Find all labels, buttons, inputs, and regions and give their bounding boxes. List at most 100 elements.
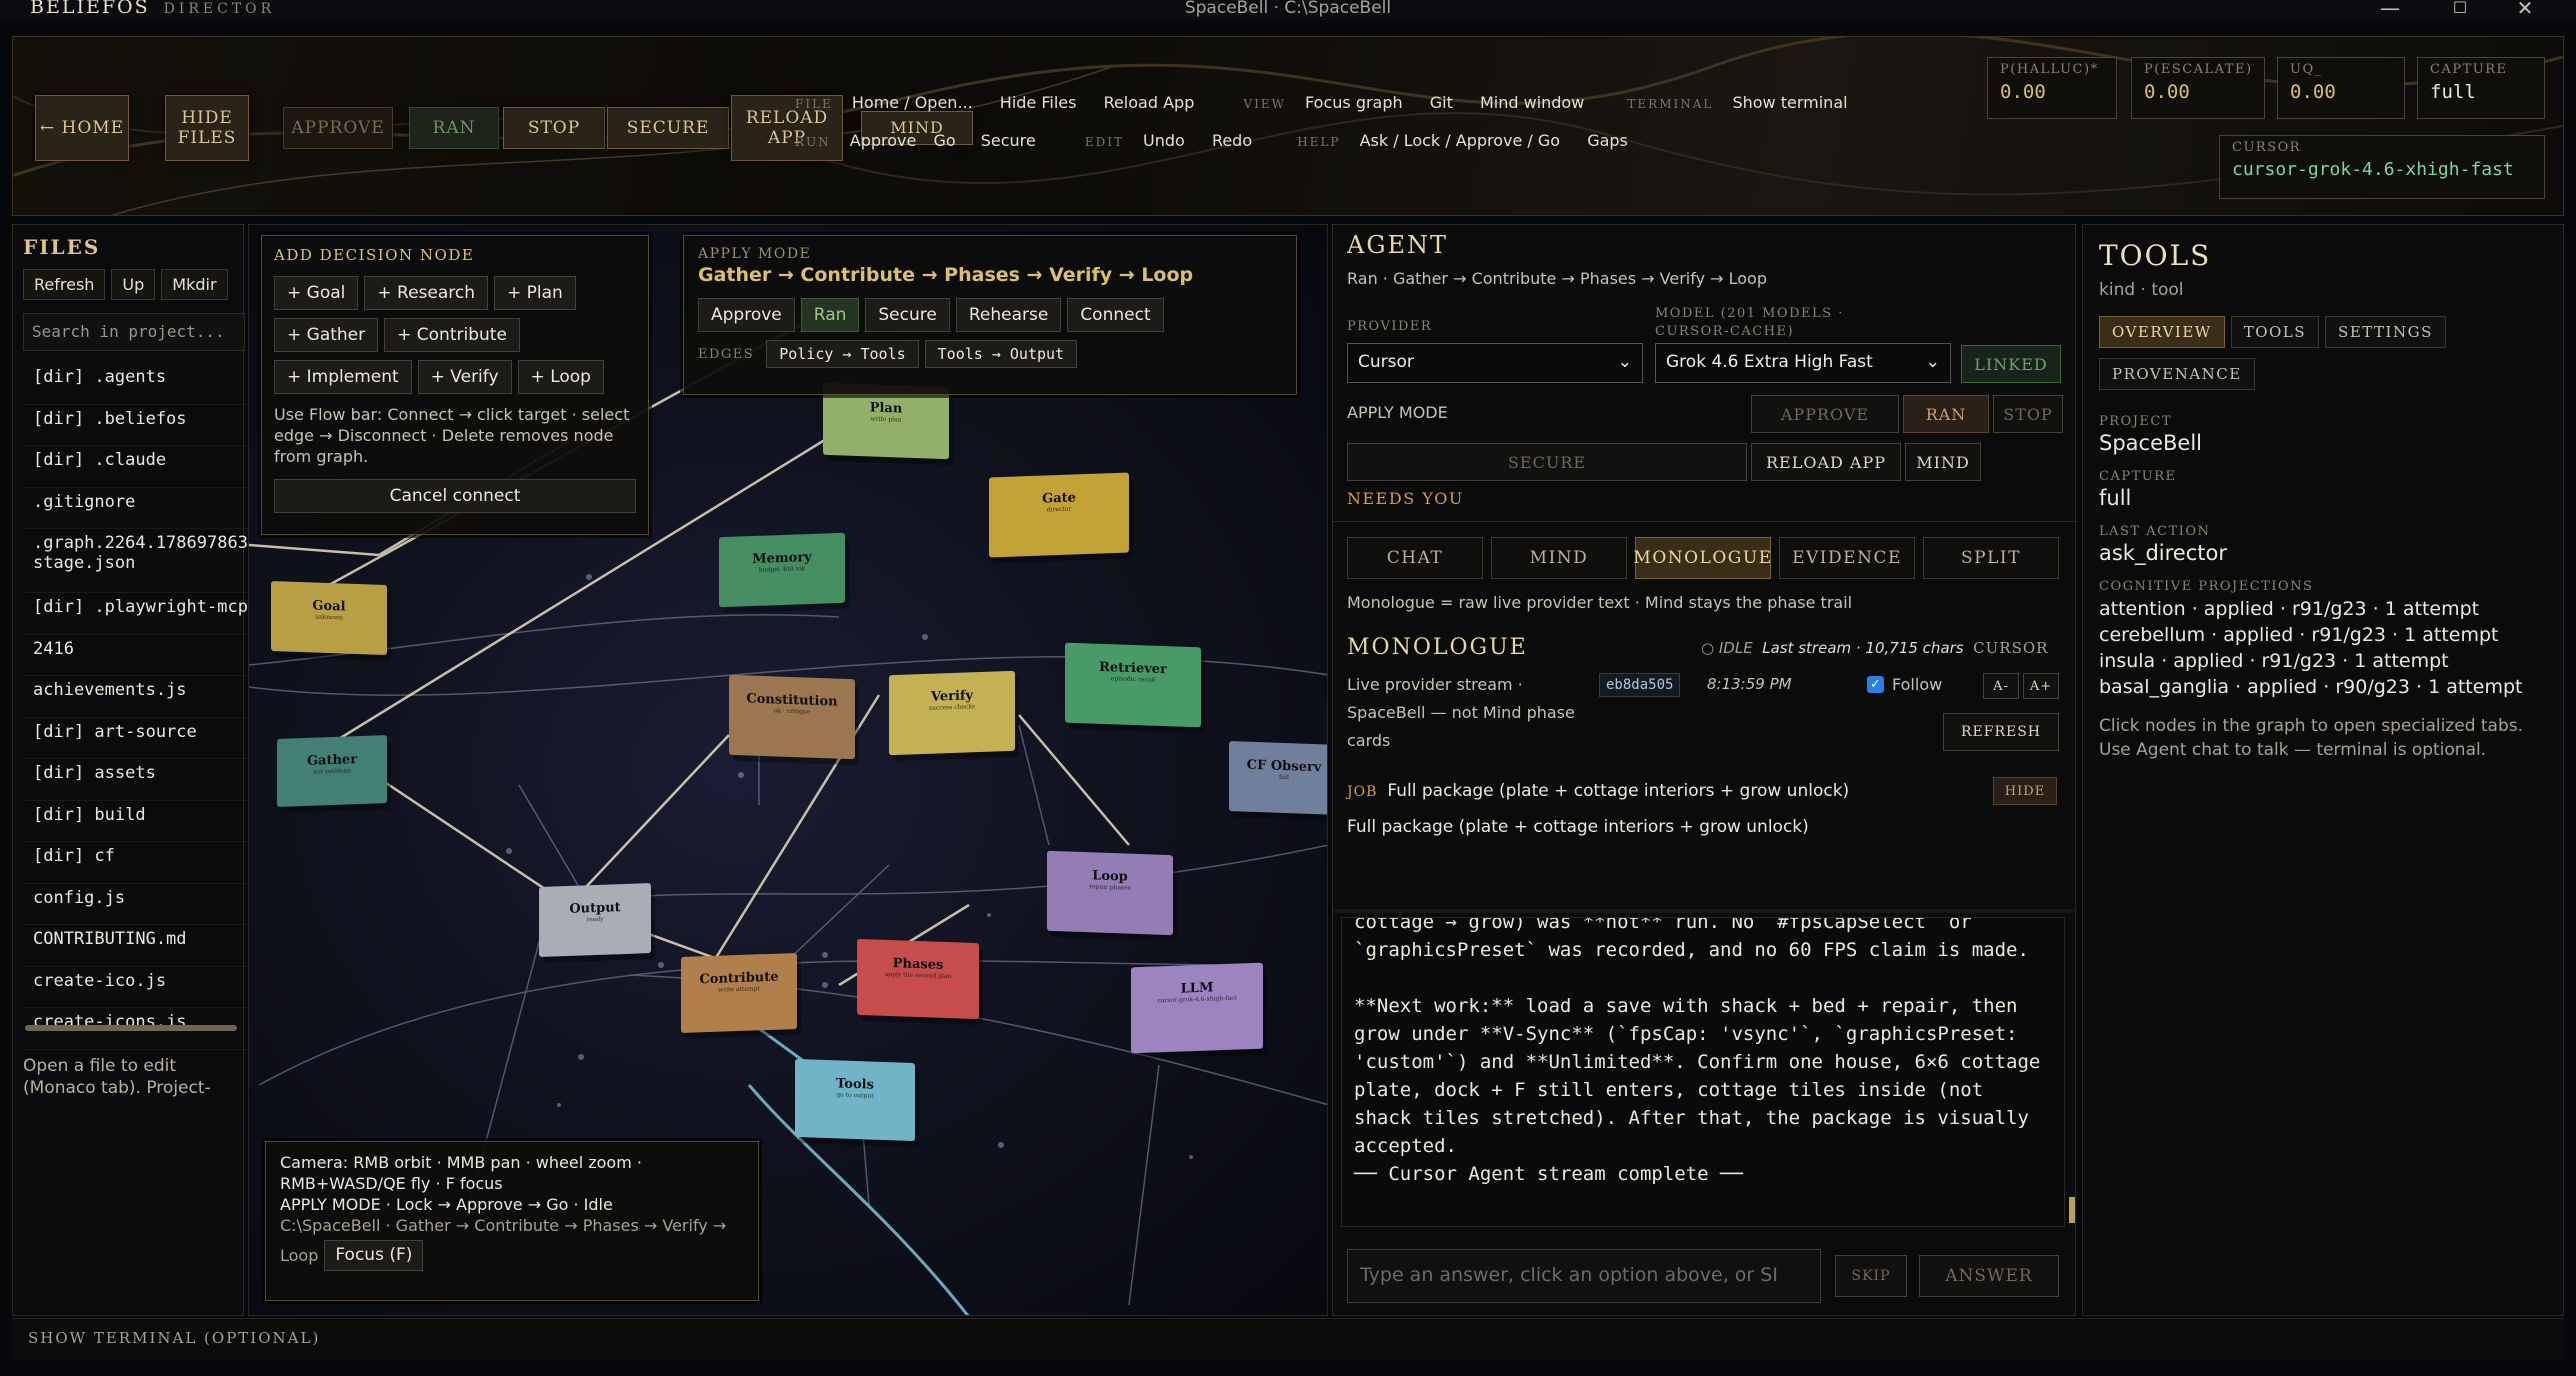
- splitter-handle[interactable]: [1333, 909, 2077, 913]
- agent-secure-button[interactable]: SECURE: [1347, 443, 1747, 481]
- file-list-item[interactable]: [dir] .beliefos: [23, 405, 249, 446]
- graph-node-verify[interactable]: Verify success checks: [889, 670, 1015, 756]
- file-search-input[interactable]: Search in project...: [23, 313, 245, 351]
- add-verify-button[interactable]: + Verify: [417, 360, 512, 394]
- cancel-connect-button[interactable]: Cancel connect: [274, 479, 636, 513]
- add-contribute-button[interactable]: + Contribute: [384, 318, 520, 352]
- edge-policy-tools[interactable]: Policy → Tools: [766, 340, 919, 368]
- edge-tools-output[interactable]: Tools → Output: [924, 340, 1078, 368]
- apply-approve-button[interactable]: Approve: [698, 298, 795, 332]
- show-terminal-toggle[interactable]: SHOW TERMINAL (OPTIONAL): [28, 1329, 320, 1347]
- graph-node-contribute[interactable]: Contribute write attempt: [681, 952, 797, 1034]
- file-list-item[interactable]: [dir] build: [23, 801, 249, 842]
- file-list-item[interactable]: [dir] cf: [23, 842, 249, 884]
- tab-overview[interactable]: OVERVIEW: [2099, 316, 2225, 348]
- checkbox-checked-icon[interactable]: ✓: [1867, 676, 1884, 693]
- font-increase-button[interactable]: A+: [2023, 673, 2059, 699]
- graph-canvas[interactable]: Plan write plan Gate director Goal unknown Mem…: [248, 224, 1328, 1316]
- graph-node-constitution[interactable]: Constitution ok · critique: [729, 674, 855, 760]
- home-button[interactable]: ← HOME: [35, 95, 129, 161]
- add-goal-button[interactable]: + Goal: [274, 276, 359, 310]
- add-loop-button[interactable]: + Loop: [517, 360, 604, 394]
- tab-mind[interactable]: MIND: [1491, 537, 1627, 579]
- menu-show-terminal[interactable]: Show terminal: [1732, 93, 1847, 112]
- tab-split[interactable]: SPLIT: [1923, 537, 2059, 579]
- graph-node-memory[interactable]: Memory budget 400 tok: [719, 532, 845, 608]
- tab-monologue[interactable]: MONOLOGUE: [1633, 537, 1771, 579]
- follow-toggle[interactable]: ✓ Follow: [1867, 675, 1942, 694]
- maximize-button[interactable]: ☐: [2430, 0, 2490, 17]
- up-button[interactable]: Up: [111, 269, 156, 300]
- skip-button[interactable]: SKIP: [1835, 1255, 1907, 1297]
- answer-button[interactable]: ANSWER: [1919, 1255, 2059, 1297]
- file-list-item[interactable]: 2416: [23, 635, 249, 676]
- linked-badge[interactable]: LINKED: [1961, 345, 2061, 383]
- file-list-item[interactable]: CONTRIBUTING.md: [23, 925, 249, 967]
- file-list-item[interactable]: config.js: [23, 884, 249, 925]
- menu-git[interactable]: Git: [1430, 93, 1453, 112]
- graph-node-gate[interactable]: Gate director: [989, 472, 1129, 558]
- add-gather-button[interactable]: + Gather: [274, 318, 379, 352]
- menu-mind-window[interactable]: Mind window: [1480, 93, 1584, 112]
- menu-focus-graph[interactable]: Focus graph: [1305, 93, 1403, 112]
- apply-ran-button[interactable]: Ran: [800, 298, 860, 332]
- agent-reload-app-button[interactable]: RELOAD APP: [1751, 443, 1901, 481]
- agent-ran-button[interactable]: RAN: [1903, 395, 1989, 433]
- menu-reload-app[interactable]: Reload App: [1104, 93, 1195, 112]
- file-list-item[interactable]: [dir] .playwright-mcp: [23, 593, 249, 635]
- agent-approve-button[interactable]: APPROVE: [1751, 395, 1899, 433]
- tab-provenance[interactable]: PROVENANCE: [2099, 358, 2255, 390]
- graph-node-retriever[interactable]: Retriever episodic recall: [1065, 642, 1201, 728]
- menu-undo[interactable]: Undo: [1143, 131, 1185, 150]
- hide-files-button[interactable]: HIDE FILES: [165, 95, 249, 161]
- file-list-item[interactable]: [dir] art-source: [23, 718, 249, 759]
- graph-node-loop[interactable]: Loop repair phases: [1047, 850, 1173, 936]
- font-decrease-button[interactable]: A-: [1983, 673, 2019, 699]
- menu-go[interactable]: Go: [933, 131, 955, 150]
- file-list-item[interactable]: create-ico.js: [23, 967, 249, 1008]
- apply-secure-button[interactable]: Secure: [865, 298, 950, 332]
- file-list-item[interactable]: [dir] .agents: [23, 363, 249, 405]
- menu-hide-files[interactable]: Hide Files: [1000, 93, 1077, 112]
- close-window-button[interactable]: ✕: [2495, 0, 2555, 20]
- refresh-button[interactable]: Refresh: [23, 269, 106, 300]
- menu-redo[interactable]: Redo: [1212, 131, 1252, 150]
- tab-evidence[interactable]: EVIDENCE: [1779, 537, 1915, 579]
- stop-button[interactable]: STOP: [503, 107, 605, 149]
- provider-select[interactable]: Cursor ⌄: [1347, 343, 1643, 383]
- model-select[interactable]: Grok 4.6 Extra High Fast ⌄: [1655, 343, 1951, 383]
- apply-connect-button[interactable]: Connect: [1067, 298, 1164, 332]
- menu-secure[interactable]: Secure: [981, 131, 1036, 150]
- ran-button[interactable]: RAN: [409, 107, 499, 149]
- answer-input[interactable]: Type an answer, click an option above, o…: [1347, 1249, 1821, 1303]
- graph-node-tools[interactable]: Tools go to output: [795, 1058, 915, 1142]
- stream-scrollbar[interactable]: [2069, 1197, 2075, 1223]
- tab-tools[interactable]: TOOLS: [2230, 316, 2320, 348]
- tab-settings[interactable]: SETTINGS: [2325, 316, 2446, 348]
- graph-node-cf-observ[interactable]: CF Observ full: [1229, 741, 1327, 815]
- file-list-item[interactable]: [dir] assets: [23, 759, 249, 801]
- mkdir-button[interactable]: Mkdir: [161, 269, 228, 300]
- agent-stop-button[interactable]: STOP: [1993, 395, 2063, 433]
- menu-home-open[interactable]: Home / Open...: [852, 93, 973, 112]
- add-plan-button[interactable]: + Plan: [494, 276, 576, 310]
- menu-gaps[interactable]: Gaps: [1587, 131, 1628, 150]
- file-list-item[interactable]: .graph.2264.1786978632 stage.json: [23, 529, 249, 593]
- add-research-button[interactable]: + Research: [364, 276, 489, 310]
- minimize-button[interactable]: —: [2360, 0, 2420, 20]
- file-list-item[interactable]: [dir] .claude: [23, 446, 249, 488]
- agent-mind-button[interactable]: MIND: [1905, 443, 1981, 481]
- menu-ask-lock-approve-go[interactable]: Ask / Lock / Approve / Go: [1360, 131, 1561, 150]
- hide-job-button[interactable]: HIDE: [1993, 777, 2057, 805]
- graph-node-goal[interactable]: Goal unknown: [271, 580, 387, 656]
- stream-refresh-button[interactable]: REFRESH: [1943, 713, 2059, 751]
- add-implement-button[interactable]: + Implement: [274, 360, 412, 394]
- focus-button[interactable]: Focus (F): [324, 1240, 424, 1271]
- secure-button[interactable]: SECURE: [607, 107, 729, 149]
- apply-rehearse-button[interactable]: Rehearse: [955, 298, 1062, 332]
- graph-node-llm[interactable]: LLM cursor-grok-4.6-xhigh-fast: [1131, 962, 1263, 1054]
- graph-node-output[interactable]: Output ready: [539, 883, 651, 957]
- approve-button[interactable]: APPROVE: [283, 107, 393, 149]
- menu-approve[interactable]: Approve: [850, 131, 917, 150]
- file-list-item[interactable]: .gitignore: [23, 488, 249, 529]
